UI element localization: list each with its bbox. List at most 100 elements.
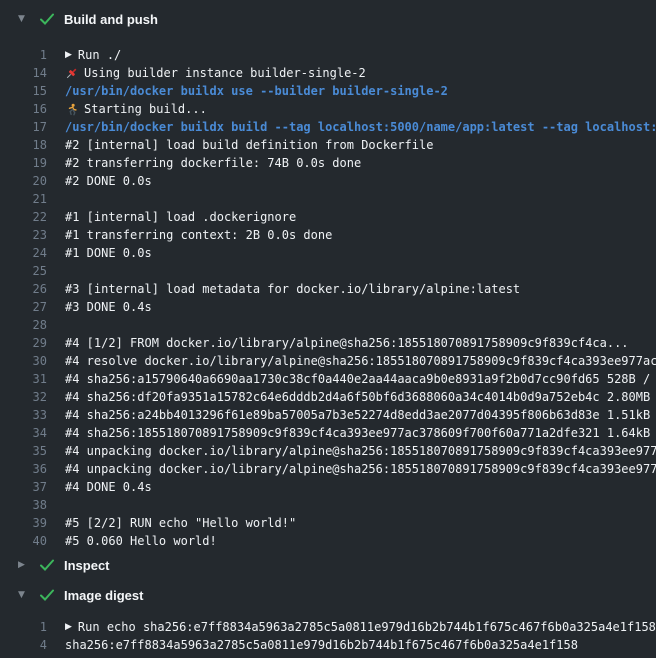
log-line: 28 [0, 316, 656, 334]
line-number[interactable]: 22 [0, 208, 47, 226]
log-line: 34#4 sha256:185518070891758909c9f839cf4c… [0, 424, 656, 442]
line-number[interactable]: 21 [0, 190, 47, 208]
line-number[interactable]: 24 [0, 244, 47, 262]
check-icon [40, 559, 54, 571]
runner-icon [65, 103, 78, 116]
line-number[interactable]: 1 [0, 618, 47, 636]
log-text-content: #1 transferring context: 2B 0.0s done [65, 226, 332, 244]
log-text: #2 transferring dockerfile: 74B 0.0s don… [47, 154, 361, 172]
log-text: #2 DONE 0.0s [47, 172, 152, 190]
log-text [47, 496, 65, 514]
log-text: #4 sha256:a24bb4013296f61e89ba57005a7b3e… [47, 406, 656, 424]
log-text-content: #1 [internal] load .dockerignore [65, 208, 296, 226]
section-title: Build and push [64, 12, 158, 27]
line-number[interactable]: 39 [0, 514, 47, 532]
line-number[interactable]: 34 [0, 424, 47, 442]
section-header-image-digest[interactable]: ▼ Image digest [0, 580, 656, 610]
log-line: 31 #4 sha256:a15790640a6690aa1730c38cf0a4… [0, 370, 656, 388]
line-number[interactable]: 37 [0, 478, 47, 496]
line-number[interactable]: 20 [0, 172, 47, 190]
log-block-build-and-push: 1▶Run ./14Using builder instance builder… [0, 46, 656, 550]
line-number[interactable]: 14 [0, 64, 47, 82]
log-text-content: #3 [internal] load metadata for docker.i… [65, 280, 520, 298]
log-text: #2 [internal] load build definition from… [47, 136, 433, 154]
log-group-line[interactable]: 1 ▶ Run echo sha256:e7ff8834a5963a2785c5a0… [0, 618, 656, 636]
line-number[interactable]: 16 [0, 100, 47, 118]
log-text: ▶ Run echo sha256:e7ff8834a5963a2785c5a08… [47, 618, 656, 636]
line-number[interactable]: 1 [0, 46, 47, 64]
log-line: 26 #3 [internal] load metadata for docker… [0, 280, 656, 298]
line-number[interactable]: 29 [0, 334, 47, 352]
line-number[interactable]: 32 [0, 388, 47, 406]
line-number[interactable]: 31 [0, 370, 47, 388]
line-number[interactable]: 38 [0, 496, 47, 514]
line-number[interactable]: 35 [0, 442, 47, 460]
log-line: 18#2 [internal] load build definition fr… [0, 136, 656, 154]
log-text: #1 [internal] load .dockerignore [47, 208, 296, 226]
log-line: 29#4 [1/2] FROM docker.io/library/alpine… [0, 334, 656, 352]
log-text: #4 DONE 0.4s [47, 478, 152, 496]
log-line: 36#4 unpacking docker.io/library/alpine@… [0, 460, 656, 478]
log-text-content: Starting build... [84, 100, 207, 118]
log-viewer: ▼Build and push1▶Run ./14Using builder i… [0, 4, 656, 654]
log-text-content: #1 DONE 0.0s [65, 244, 152, 262]
log-text-content: /usr/bin/docker buildx build --tag local… [65, 118, 656, 136]
line-number[interactable]: 26 [0, 280, 47, 298]
log-text: #4 unpacking docker.io/library/alpine@sh… [47, 442, 656, 460]
log-text: Starting build... [47, 100, 207, 118]
log-text: #4 resolve docker.io/library/alpine@sha2… [47, 352, 656, 370]
log-text-content: #4 resolve docker.io/library/alpine@sha2… [65, 352, 656, 370]
line-number[interactable]: 30 [0, 352, 47, 370]
log-text-content: Run echo sha256:e7ff8834a5963a2785c5a081… [78, 618, 656, 636]
log-text-content: #2 DONE 0.0s [65, 172, 152, 190]
section-header-build-and-push[interactable]: ▼ Build and push [0, 4, 656, 34]
log-line: 32#4 sha256:df20fa9351a15782c64e6dddb2d4… [0, 388, 656, 406]
chevron-down-icon[interactable]: ▼ [18, 14, 30, 24]
line-number[interactable]: 23 [0, 226, 47, 244]
log-text: #4 unpacking docker.io/library/alpine@sh… [47, 460, 656, 478]
section-title: Image digest [64, 588, 143, 603]
log-text-content: /usr/bin/docker buildx use --builder bui… [65, 82, 448, 100]
chevron-right-icon[interactable]: ▶ [18, 560, 30, 570]
log-line: 23 #1 transferring context: 2B 0.0s done [0, 226, 656, 244]
log-text: #4 sha256:185518070891758909c9f839cf4ca3… [47, 424, 656, 442]
line-number[interactable]: 28 [0, 316, 47, 334]
line-number[interactable]: 17 [0, 118, 47, 136]
log-line: 16 Starting build... [0, 100, 656, 118]
command-text: /usr/bin/docker buildx build --tag local… [47, 118, 656, 136]
line-number[interactable]: 18 [0, 136, 47, 154]
log-line: 15/usr/bin/docker buildx use --builder b… [0, 82, 656, 100]
log-line: 22 #1 [internal] load .dockerignore [0, 208, 656, 226]
log-line: 19 #2 transferring dockerfile: 74B 0.0s d… [0, 154, 656, 172]
log-text [47, 316, 65, 334]
expand-triangle-icon[interactable]: ▶ [65, 46, 72, 64]
log-text: #5 0.060 Hello world! [47, 532, 217, 550]
line-number[interactable]: 19 [0, 154, 47, 172]
line-number[interactable]: 36 [0, 460, 47, 478]
log-line: 38 [0, 496, 656, 514]
log-text: #4 sha256:a15790640a6690aa1730c38cf0a440… [47, 370, 656, 388]
log-text-content: #4 unpacking docker.io/library/alpine@sh… [65, 442, 656, 460]
log-text-content: #4 sha256:a15790640a6690aa1730c38cf0a440… [65, 370, 656, 388]
log-text-content: #4 sha256:a24bb4013296f61e89ba57005a7b3e… [65, 406, 656, 424]
line-number[interactable]: 40 [0, 532, 47, 550]
log-text-content: sha256:e7ff8834a5963a2785c5a0811e979d16b… [65, 636, 578, 654]
log-line: 25 [0, 262, 656, 280]
line-number[interactable]: 4 [0, 636, 47, 654]
section-header-inspect[interactable]: ▶Inspect [0, 550, 656, 580]
log-text: #3 DONE 0.4s [47, 298, 152, 316]
log-text-content: #2 transferring dockerfile: 74B 0.0s don… [65, 154, 361, 172]
line-number[interactable]: 33 [0, 406, 47, 424]
log-text-content: Run ./ [78, 46, 121, 64]
log-line: 17/usr/bin/docker buildx build --tag loc… [0, 118, 656, 136]
line-number[interactable]: 27 [0, 298, 47, 316]
chevron-down-icon[interactable]: ▼ [18, 590, 30, 600]
log-group-line[interactable]: 1 ▶ Run ./ [0, 46, 656, 64]
line-number[interactable]: 15 [0, 82, 47, 100]
expand-triangle-icon[interactable]: ▶ [65, 618, 72, 636]
log-text [47, 262, 65, 280]
log-line: 20 #2 DONE 0.0s [0, 172, 656, 190]
pushpin-icon [65, 67, 78, 80]
line-number[interactable]: 25 [0, 262, 47, 280]
log-text: #1 DONE 0.0s [47, 244, 152, 262]
